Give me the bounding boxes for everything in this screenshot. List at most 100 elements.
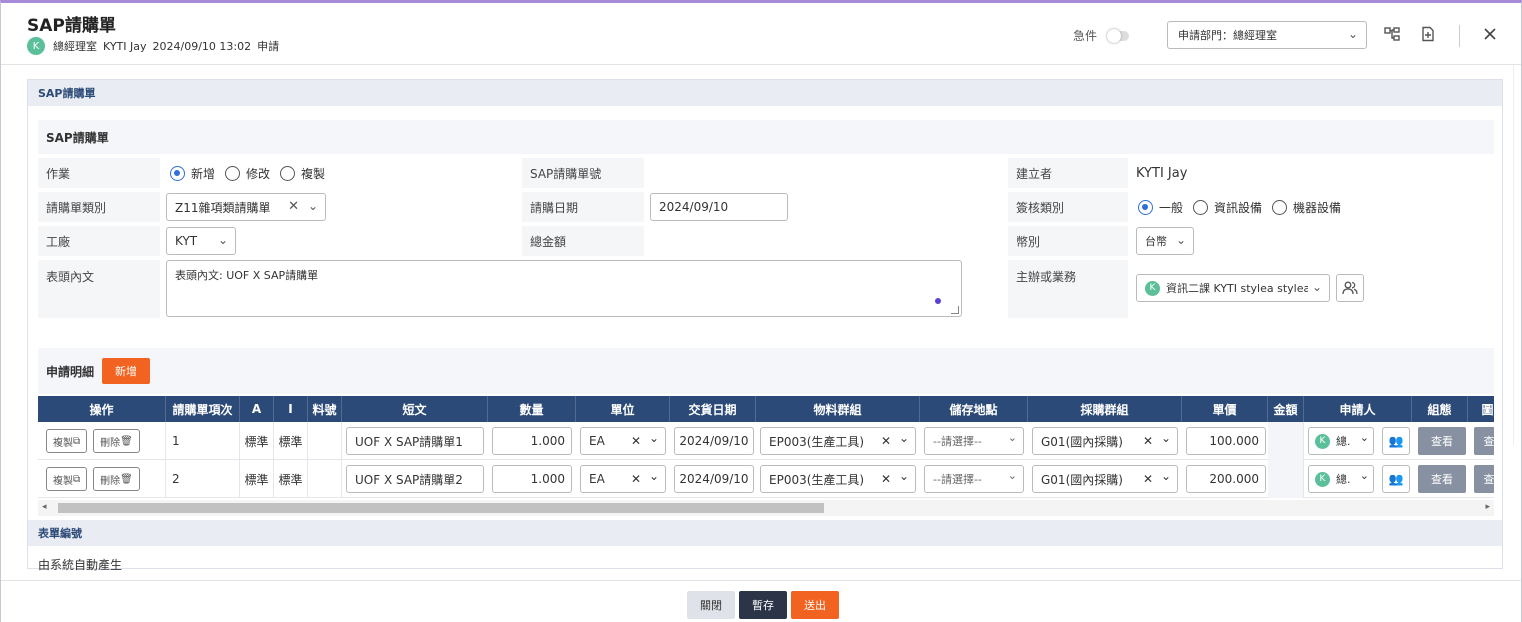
clear-icon[interactable]: ✕: [631, 434, 641, 448]
table-horizontal-scrollbar[interactable]: ◂ ▸: [38, 500, 1494, 516]
select-applicant-button[interactable]: 👥: [1382, 427, 1410, 455]
applicant-select[interactable]: K 總. ⌄: [1308, 427, 1374, 455]
org-chart-icon[interactable]: [1381, 23, 1403, 45]
button-label: 複製: [53, 437, 73, 449]
col-qty: 數量: [488, 396, 576, 422]
view-image-button[interactable]: 查: [1474, 427, 1494, 455]
pr-type-select[interactable]: Z11雜項類請購單 ✕ ⌄: [166, 193, 326, 221]
chevron-down-icon: ⌄: [898, 431, 909, 445]
button-label: 刪除: [100, 475, 121, 487]
add-row-button[interactable]: 新增: [102, 358, 151, 384]
unit-price-input[interactable]: 100.000: [1186, 427, 1266, 455]
material-group-select[interactable]: EP003(生產工具) ✕ ⌄: [760, 427, 916, 455]
form-scroll-area[interactable]: SAP請購單 SAP請購單 作業 新增 修改 複製 SAP請購單號 建立者 KY…: [1, 65, 1521, 580]
col-applicant: 申請人: [1304, 396, 1412, 422]
radio-it-equipment[interactable]: 資訊設備: [1193, 199, 1262, 216]
clear-icon[interactable]: ✕: [631, 472, 641, 486]
page-vertical-scrollbar[interactable]: [1513, 65, 1521, 445]
qty-input[interactable]: 1.000: [492, 427, 572, 455]
purchasing-group-value: G01(國內採購): [1041, 434, 1123, 449]
pr-type-value: Z11雜項類請購單: [175, 200, 271, 215]
unit-select[interactable]: EA ✕ ⌄: [580, 427, 666, 455]
applicant-select[interactable]: K 總. ⌄: [1308, 465, 1374, 493]
currency-select[interactable]: 台幣 ⌄: [1136, 227, 1194, 255]
clear-icon[interactable]: ✕: [881, 434, 891, 448]
scroll-right-icon[interactable]: ▸: [1485, 502, 1490, 512]
creator-value: KYTI Jay: [1136, 165, 1188, 181]
radio-modify[interactable]: 修改: [225, 165, 270, 182]
cell-a: 標準: [240, 422, 274, 460]
pr-date-label: 請購日期: [522, 192, 644, 222]
submit-button[interactable]: 送出: [791, 591, 839, 619]
close-button[interactable]: 關閉: [687, 591, 735, 619]
delivery-date-input[interactable]: 2024/09/10: [674, 465, 754, 493]
storage-select[interactable]: --請選擇-- ⌄: [924, 427, 1024, 455]
view-image-button[interactable]: 查: [1474, 465, 1494, 493]
col-amount: 金額: [1268, 396, 1304, 422]
plant-value: KYT: [175, 234, 198, 248]
radio-label: 機器設備: [1293, 200, 1342, 215]
purchasing-group-select[interactable]: G01(國內採購) ✕ ⌄: [1032, 465, 1178, 493]
urgent-toggle-group: 急件: [1073, 27, 1130, 44]
radio-new[interactable]: 新增: [170, 165, 215, 182]
department-select[interactable]: 申請部門：總經理室 ⌄: [1167, 21, 1367, 49]
radio-circle: [280, 165, 296, 181]
users-icon: [1342, 281, 1358, 295]
page-title: SAP請購單: [27, 16, 116, 36]
delete-row-button[interactable]: 刪除 🗑: [93, 429, 140, 453]
plant-select[interactable]: KYT ⌄: [166, 227, 236, 255]
chevron-down-icon: ⌄: [1160, 469, 1171, 483]
add-file-icon[interactable]: [1417, 23, 1439, 45]
resize-grip-icon[interactable]: [951, 306, 959, 314]
short-text-input[interactable]: UOF X SAP請購單2: [346, 465, 484, 493]
scroll-left-icon[interactable]: ◂: [42, 502, 47, 512]
storage-select[interactable]: --請選擇-- ⌄: [924, 465, 1024, 493]
urgent-toggle[interactable]: [1107, 28, 1130, 43]
app-window: SAP請購單 K 總經理室 KYTI Jay 2024/09/10 13:02 …: [0, 0, 1522, 622]
apply-action: 申請: [257, 40, 280, 53]
radio-machine-equipment[interactable]: 機器設備: [1272, 199, 1341, 216]
copy-row-button[interactable]: 複製 ⧉: [46, 467, 88, 491]
clear-icon[interactable]: ✕: [1143, 434, 1153, 448]
copy-row-button[interactable]: 複製 ⧉: [46, 429, 88, 453]
header-text-area[interactable]: 表頭內文: UOF X SAP請購單: [166, 260, 962, 317]
close-icon[interactable]: [1479, 23, 1501, 45]
clear-icon[interactable]: ✕: [288, 199, 299, 214]
total-amount-label: 總金額: [522, 226, 644, 256]
select-user-button[interactable]: [1336, 274, 1364, 302]
radio-copy[interactable]: 複製: [280, 165, 325, 182]
chevron-down-icon: ⌄: [217, 233, 228, 247]
select-applicant-button[interactable]: 👥: [1382, 465, 1410, 493]
scrollbar-thumb[interactable]: [58, 503, 824, 513]
save-draft-button[interactable]: 暫存: [739, 591, 787, 619]
col-purchasing-group: 採購群組: [1028, 396, 1182, 422]
clear-icon[interactable]: ✕: [881, 472, 891, 486]
owner-select[interactable]: K 資訊二課 KYTI stylea stylea ⌄: [1136, 274, 1330, 302]
view-config-button[interactable]: 查看: [1418, 427, 1466, 455]
qty-input[interactable]: 1.000: [492, 465, 572, 493]
cell-part-no: [308, 422, 342, 460]
footer: 關閉 暫存 送出: [1, 580, 1521, 622]
table-row: 複製 ⧉ 刪除 🗑 2 標準 標準 UOF X SAP請購單2 1.000 EA ✕…: [38, 460, 1494, 498]
delete-row-button[interactable]: 刪除 🗑: [93, 467, 140, 491]
delivery-date-input[interactable]: 2024/09/10: [674, 427, 754, 455]
currency-value: 台幣: [1145, 235, 1167, 248]
view-config-button[interactable]: 查看: [1418, 465, 1466, 493]
sap-no-label: SAP請購單號: [522, 158, 644, 188]
short-text-input[interactable]: UOF X SAP請購單1: [346, 427, 484, 455]
radio-general[interactable]: 一般: [1138, 199, 1183, 216]
users-icon: 👥: [1388, 472, 1404, 486]
applicant-user: KYTI Jay: [103, 39, 147, 53]
cell-a: 標準: [240, 460, 274, 498]
material-group-select[interactable]: EP003(生產工具) ✕ ⌄: [760, 465, 916, 493]
chevron-down-icon: ⌄: [898, 469, 909, 483]
radio-label: 資訊設備: [1214, 200, 1263, 215]
unit-select[interactable]: EA ✕ ⌄: [580, 465, 666, 493]
radio-circle: [1193, 199, 1209, 215]
unit-price-input[interactable]: 200.000: [1186, 465, 1266, 493]
clear-icon[interactable]: ✕: [1143, 472, 1153, 486]
purchasing-group-select[interactable]: G01(國內採購) ✕ ⌄: [1032, 427, 1178, 455]
pr-date-input[interactable]: 2024/09/10: [650, 193, 788, 221]
header-divider: [1459, 25, 1460, 47]
chevron-down-icon: ⌄: [1160, 431, 1171, 445]
